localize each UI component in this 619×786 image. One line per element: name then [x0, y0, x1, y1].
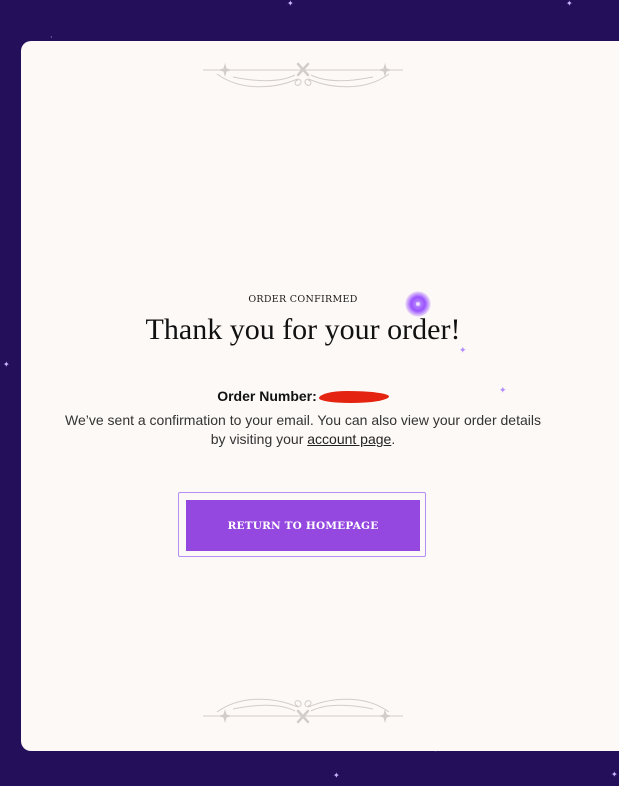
ornamental-flourish-icon [203, 698, 403, 724]
confirmation-message: We’ve sent a confirmation to your email.… [61, 411, 545, 449]
message-text: We’ve sent a confirmation to your email.… [65, 412, 541, 447]
ornamental-flourish-icon [203, 62, 403, 88]
sparkle-icon: ✦ [459, 346, 467, 356]
account-page-link[interactable]: account page [307, 431, 391, 447]
message-end: . [391, 431, 396, 447]
star-icon: ✦ [287, 0, 294, 8]
star-icon: ✦ [566, 0, 573, 8]
star-icon: ✦ [611, 770, 618, 779]
order-number-value-redacted [318, 391, 389, 403]
star-icon: ✦ [333, 771, 340, 780]
order-number-label: Order Number: [217, 388, 317, 404]
confirmation-card: ORDER CONFIRMED Thank you for your order… [21, 41, 619, 751]
order-confirmed-eyebrow: ORDER CONFIRMED [248, 294, 358, 305]
star-icon: ✦ [3, 360, 10, 369]
order-number-line: Order Number: [21, 388, 585, 404]
return-home-button-frame: RETURN TO HOMEPAGE [178, 492, 426, 557]
page-title: Thank you for your order! [145, 313, 461, 346]
return-to-homepage-button[interactable]: RETURN TO HOMEPAGE [186, 500, 420, 551]
